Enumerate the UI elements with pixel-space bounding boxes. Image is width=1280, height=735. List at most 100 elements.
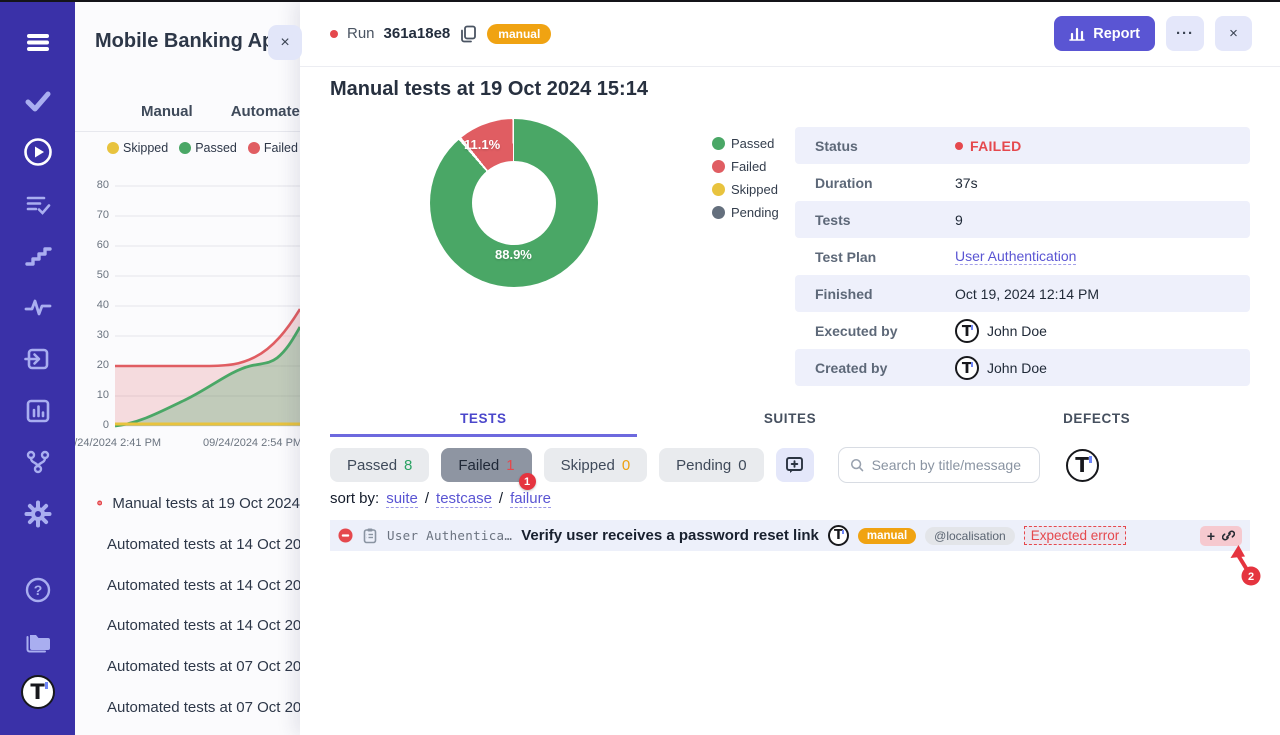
- donut-passed-label: 88.9%: [495, 247, 532, 262]
- filter-skipped-button[interactable]: Skipped 0: [544, 448, 648, 482]
- result-tabs: TESTS SUITES DEFECTS: [330, 400, 1250, 437]
- drawer-header: Run 361a18e8 manual Report: [300, 0, 1280, 67]
- sidebar-item-analytics[interactable]: [24, 397, 52, 425]
- separator: /: [425, 490, 429, 507]
- hamburger-icon: [24, 30, 52, 54]
- run-list-item[interactable]: Automated tests at 14 Oct 2024: [97, 532, 300, 556]
- window-top-edge: [0, 0, 1280, 2]
- passed-dot: [179, 142, 191, 154]
- failed-test-icon: [338, 528, 353, 543]
- avatar: T: [955, 356, 979, 380]
- run-list-item[interactable]: Automated tests at 07 Oct 2024: [97, 654, 300, 678]
- search-icon: [850, 457, 864, 473]
- filter-row: Passed 8 Failed 1 1 Skipped 0 Pending 0: [330, 447, 1099, 483]
- tab-automated[interactable]: Automated: [231, 103, 300, 120]
- tab-tests[interactable]: TESTS: [330, 400, 637, 437]
- failed-run-icon: [97, 495, 102, 511]
- drawer-close-button[interactable]: ×: [268, 25, 302, 60]
- user-avatar-button[interactable]: T: [1066, 449, 1099, 482]
- detail-row-executed-by: Executed by T John Doe: [795, 312, 1250, 349]
- avatar: T: [955, 319, 979, 343]
- search-box: [838, 447, 1040, 483]
- link-icon[interactable]: [1222, 529, 1235, 542]
- sidebar-item-settings[interactable]: [23, 499, 53, 529]
- sidebar-item-signin[interactable]: [24, 345, 52, 373]
- comment-plus-icon: [785, 456, 804, 474]
- add-comment-button[interactable]: [776, 448, 814, 482]
- test-result-row[interactable]: User Authentica… Verify user receives a …: [330, 520, 1250, 551]
- test-tag[interactable]: @localisation: [925, 527, 1015, 545]
- project-tabs: Manual Automated: [75, 92, 300, 132]
- run-details-drawer: × Run 361a18e8 manual: [300, 0, 1280, 735]
- sort-by-failure-link[interactable]: failure: [510, 490, 551, 508]
- y-tick: 40: [81, 299, 109, 311]
- y-tick: 0: [81, 419, 109, 431]
- sidebar-item-projects[interactable]: [23, 628, 53, 656]
- header-buttons: Report ··· ×: [1054, 16, 1252, 51]
- pending-dot: [712, 206, 725, 219]
- run-list-item[interactable]: Automated tests at 14 Oct 2024: [97, 613, 300, 637]
- test-title[interactable]: Verify user receives a password reset li…: [521, 527, 819, 544]
- main-sidebar: ? T: [0, 0, 75, 735]
- test-type-badge: manual: [858, 528, 916, 544]
- run-id: 361a18e8: [384, 25, 451, 42]
- menu-icon[interactable]: [24, 30, 52, 54]
- y-tick: 10: [81, 389, 109, 401]
- results-donut-chart: 11.1% 88.9%: [430, 119, 598, 287]
- y-tick: 30: [81, 329, 109, 341]
- avatar: T: [1066, 449, 1099, 482]
- testomat-logo[interactable]: T: [21, 675, 55, 709]
- sidebar-item-steps[interactable]: [24, 244, 52, 268]
- list-check-icon: [24, 193, 52, 217]
- sidebar-item-branches[interactable]: [24, 448, 52, 476]
- sidebar-item-runs-active[interactable]: [23, 137, 53, 167]
- run-list-item[interactable]: Automated tests at 14 Oct 2024: [97, 573, 300, 597]
- filter-failed-button[interactable]: Failed 1 1: [441, 448, 531, 482]
- run-title: Manual tests at 19 Oct 2024 15:14: [330, 78, 648, 101]
- sort-by-suite-link[interactable]: suite: [386, 490, 418, 508]
- tab-suites[interactable]: SUITES: [637, 400, 944, 437]
- report-chart-icon: [1069, 26, 1085, 41]
- filter-passed-button[interactable]: Passed 8: [330, 448, 429, 482]
- close-icon: ×: [1229, 25, 1238, 42]
- sidebar-item-runlist[interactable]: [24, 193, 52, 217]
- suite-name[interactable]: User Authentica…: [387, 528, 512, 543]
- test-plan-link[interactable]: User Authentication: [955, 248, 1076, 265]
- row-actions[interactable]: +: [1200, 526, 1242, 546]
- legend-item-failed: Failed: [712, 159, 779, 174]
- legend-item-failed: Failed: [248, 141, 298, 155]
- legend-item-pending: Pending: [712, 205, 779, 220]
- sidebar-item-tests[interactable]: [24, 89, 52, 113]
- status-value: FAILED: [955, 138, 1022, 154]
- report-button[interactable]: Report: [1054, 16, 1155, 51]
- app-root: ? T Mobile Banking App Manual Automated: [0, 0, 1280, 735]
- passed-dot: [712, 137, 725, 150]
- svg-text:?: ?: [33, 582, 42, 598]
- tab-defects[interactable]: DEFECTS: [943, 400, 1250, 437]
- run-list-item[interactable]: Automated tests at 07 Oct 2024: [97, 695, 300, 719]
- search-input[interactable]: [872, 457, 1028, 473]
- skipped-dot: [712, 183, 725, 196]
- legend-item-skipped: Skipped: [107, 141, 168, 155]
- avatar: T: [828, 525, 849, 546]
- detail-row-finished: Finished Oct 19, 2024 12:14 PM: [795, 275, 1250, 312]
- bar-chart-icon: [24, 397, 52, 425]
- sidebar-item-help[interactable]: ?: [24, 576, 52, 604]
- filter-pending-button[interactable]: Pending 0: [659, 448, 763, 482]
- sign-in-icon: [24, 345, 52, 373]
- y-tick: 50: [81, 269, 109, 281]
- run-list-item[interactable]: Manual tests at 19 Oct 2024: [97, 491, 300, 515]
- tab-manual[interactable]: Manual: [141, 103, 193, 120]
- detail-row-tests: Tests 9: [795, 201, 1250, 238]
- sidebar-item-activity[interactable]: [23, 295, 53, 319]
- more-button[interactable]: ···: [1166, 16, 1204, 51]
- separator: /: [499, 490, 503, 507]
- legend-item-skipped: Skipped: [712, 182, 779, 197]
- close-button[interactable]: ×: [1215, 16, 1252, 51]
- sort-by-testcase-link[interactable]: testcase: [436, 490, 492, 508]
- copy-icon[interactable]: [459, 24, 478, 44]
- x-tick-end: 09/24/2024 2:54 PM: [203, 437, 300, 449]
- help-icon: ?: [24, 576, 52, 604]
- test-error-message[interactable]: Expected error: [1024, 526, 1127, 545]
- add-icon[interactable]: +: [1207, 528, 1215, 544]
